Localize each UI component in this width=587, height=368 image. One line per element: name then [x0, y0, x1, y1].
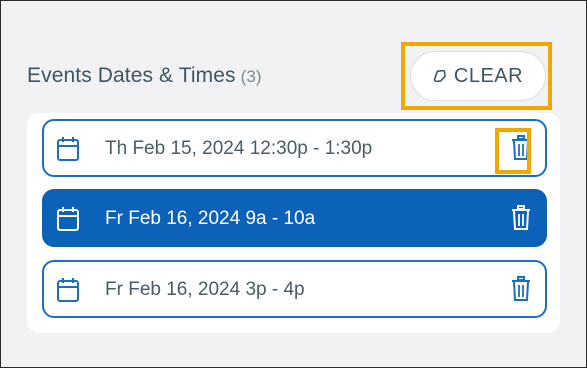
trash-icon[interactable] — [511, 276, 531, 307]
events-dates-card: Events Dates & Times (3) CLEAR Th Feb 15,… — [0, 0, 587, 368]
event-row-3[interactable]: Fr Feb 16, 2024 3p - 4p — [42, 260, 547, 318]
event-row-label: Fr Feb 16, 2024 9a - 10a — [105, 208, 316, 229]
section-title-text: Events Dates & Times — [27, 64, 236, 87]
event-row-1[interactable]: Th Feb 15, 2024 12:30p - 1:30p — [42, 119, 547, 177]
clear-button[interactable]: CLEAR — [410, 51, 546, 101]
clear-button-label: CLEAR — [453, 64, 524, 87]
calendar-icon — [56, 277, 80, 308]
trash-icon[interactable] — [511, 205, 531, 236]
delete-button-highlight — [495, 128, 531, 174]
event-row-label: Th Feb 15, 2024 12:30p - 1:30p — [105, 138, 373, 159]
calendar-icon — [56, 206, 80, 237]
eraser-icon — [433, 65, 454, 88]
calendar-icon — [56, 136, 80, 167]
section-title: Events Dates & Times (3) — [27, 64, 262, 88]
event-row-label: Fr Feb 16, 2024 3p - 4p — [105, 279, 305, 300]
event-row-2[interactable]: Fr Feb 16, 2024 9a - 10a — [42, 189, 547, 247]
event-count: (3) — [240, 67, 262, 86]
